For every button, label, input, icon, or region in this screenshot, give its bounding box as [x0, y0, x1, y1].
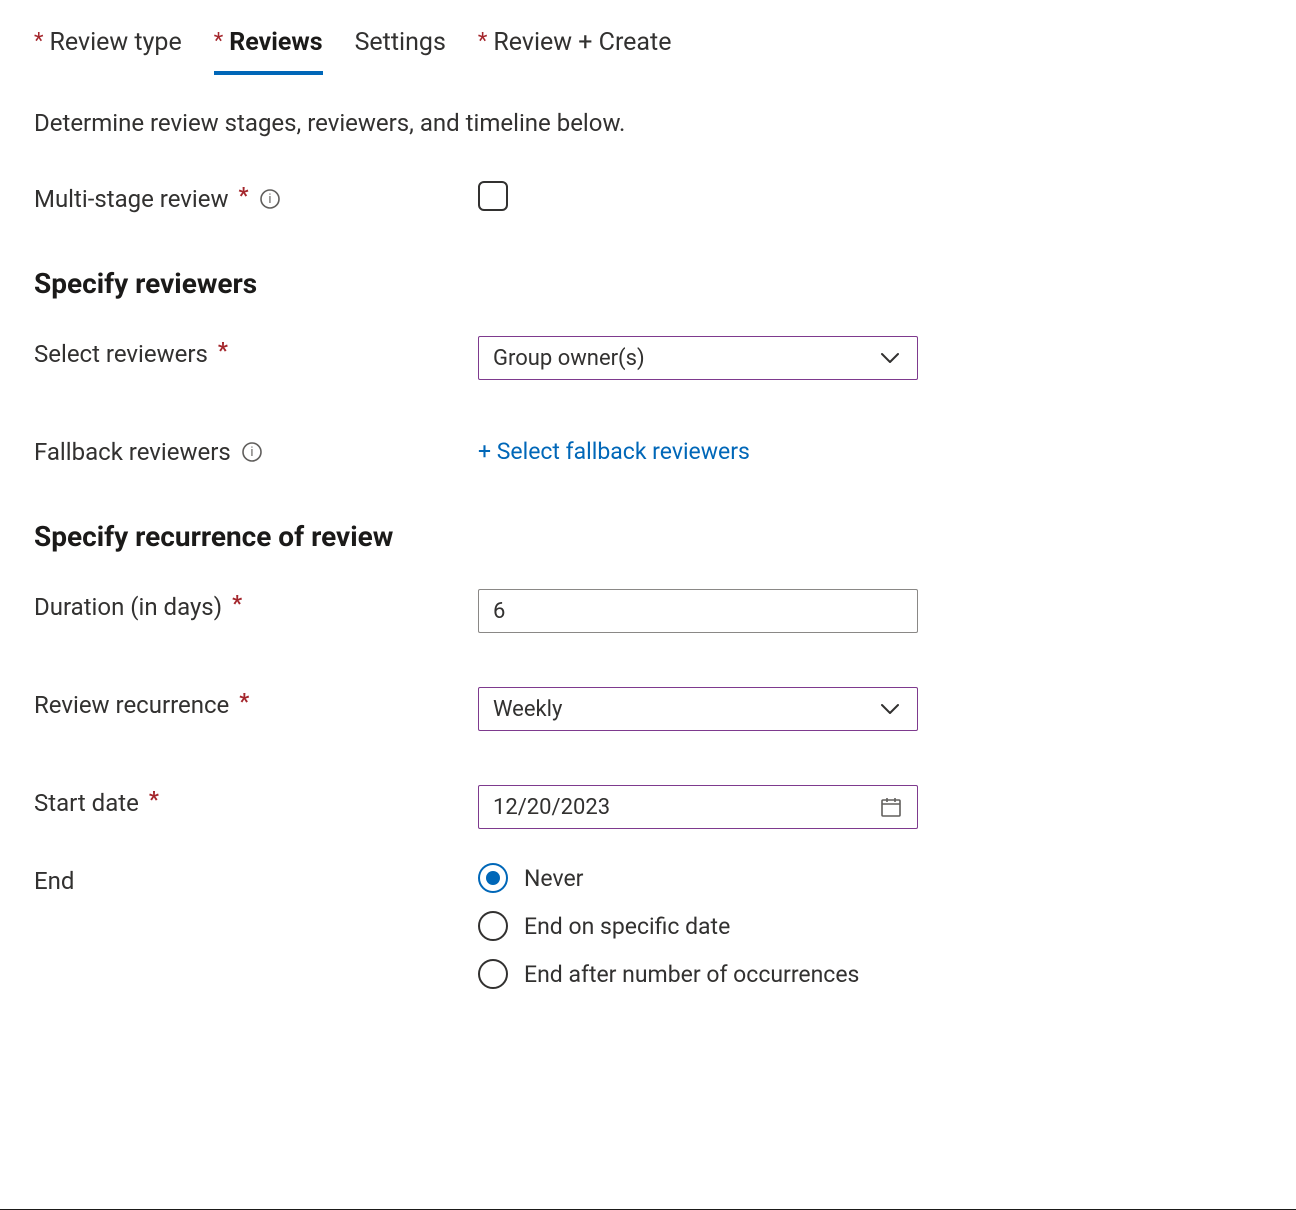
start-date-value: 12/20/2023	[493, 795, 610, 820]
radio-dot	[478, 911, 508, 941]
fallback-reviewers-label: Fallback reviewers i	[34, 434, 478, 466]
end-option-occurrences[interactable]: End after number of occurrences	[478, 959, 918, 989]
end-option-never[interactable]: Never	[478, 863, 918, 893]
wizard-tabs: Review type Reviews Settings Review + Cr…	[34, 28, 1262, 75]
end-label: End	[34, 863, 478, 895]
tab-reviews-label: Reviews	[229, 28, 322, 57]
tab-reviews[interactable]: Reviews	[214, 28, 323, 75]
end-option-specific-date-label: End on specific date	[524, 913, 730, 940]
section-specify-recurrence: Specify recurrence of review	[34, 520, 1262, 553]
intro-text: Determine review stages, reviewers, and …	[34, 109, 1262, 137]
review-recurrence-dropdown[interactable]: Weekly	[478, 687, 918, 731]
tab-review-type[interactable]: Review type	[34, 28, 182, 75]
multi-stage-review-control	[478, 181, 918, 211]
required-marker: *	[149, 790, 159, 812]
select-reviewers-value: Group owner(s)	[493, 346, 645, 371]
required-marker: *	[218, 341, 228, 363]
tab-review-create-label: Review + Create	[493, 28, 671, 57]
end-radio-group: Never End on specific date End after num…	[478, 863, 918, 989]
tab-settings-label: Settings	[355, 28, 446, 57]
chevron-down-icon	[877, 345, 903, 371]
duration-value: 6	[493, 599, 505, 624]
select-reviewers-dropdown[interactable]: Group owner(s)	[478, 336, 918, 380]
duration-input[interactable]: 6	[478, 589, 918, 633]
required-marker: *	[239, 186, 249, 208]
duration-label: Duration (in days) *	[34, 589, 478, 621]
end-option-specific-date[interactable]: End on specific date	[478, 911, 918, 941]
tab-review-type-label: Review type	[49, 28, 181, 57]
required-marker: *	[232, 594, 242, 616]
tab-settings[interactable]: Settings	[355, 28, 446, 75]
calendar-icon	[879, 795, 903, 819]
multi-stage-review-checkbox[interactable]	[478, 181, 508, 211]
section-specify-reviewers: Specify reviewers	[34, 267, 1262, 300]
review-recurrence-label: Review recurrence *	[34, 687, 478, 719]
multi-stage-review-label: Multi-stage review * i	[34, 181, 478, 213]
end-option-never-label: Never	[524, 865, 583, 892]
review-recurrence-value: Weekly	[493, 697, 562, 722]
info-icon[interactable]: i	[241, 441, 263, 463]
select-fallback-reviewers-link[interactable]: + Select fallback reviewers	[478, 438, 750, 465]
start-date-input[interactable]: 12/20/2023	[478, 785, 918, 829]
svg-text:i: i	[250, 444, 253, 459]
info-icon[interactable]: i	[259, 188, 281, 210]
radio-dot	[478, 959, 508, 989]
start-date-label: Start date *	[34, 785, 478, 817]
select-reviewers-label: Select reviewers *	[34, 336, 478, 368]
svg-text:i: i	[268, 191, 271, 206]
radio-dot	[478, 863, 508, 893]
tab-review-create[interactable]: Review + Create	[478, 28, 672, 75]
end-option-occurrences-label: End after number of occurrences	[524, 961, 859, 988]
required-marker: *	[239, 692, 249, 714]
chevron-down-icon	[877, 696, 903, 722]
